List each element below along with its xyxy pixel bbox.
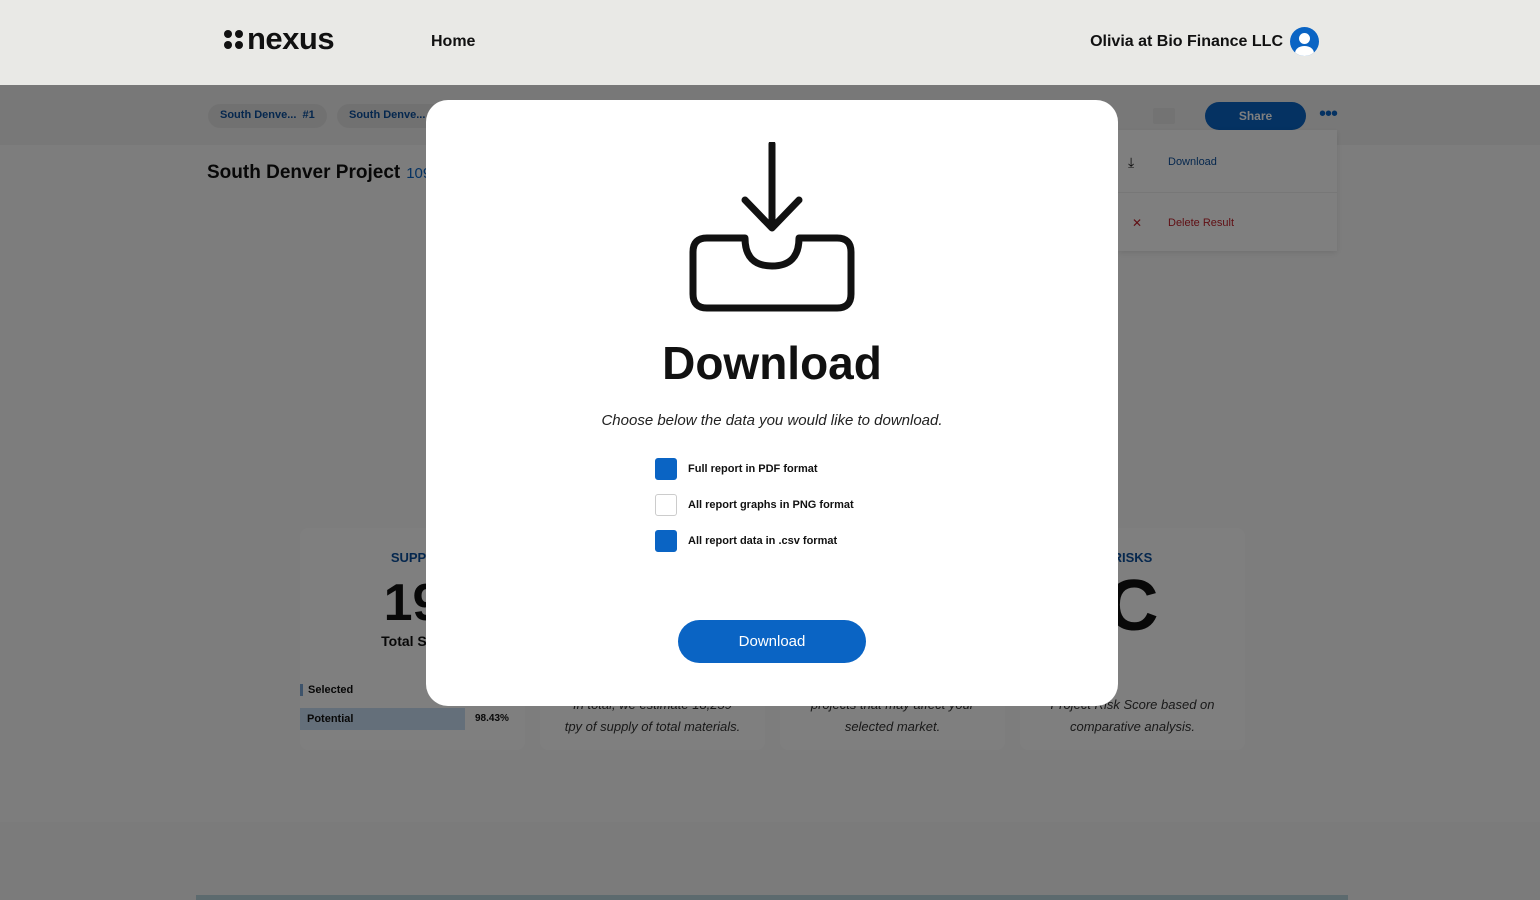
- download-modal: Download Choose below the data you would…: [426, 100, 1118, 706]
- option-pdf[interactable]: Full report in PDF format: [655, 458, 818, 480]
- user-menu[interactable]: Olivia at Bio Finance LLC: [1090, 27, 1319, 56]
- option-csv[interactable]: All report data in .csv format: [655, 530, 837, 552]
- option-label: All report data in .csv format: [688, 535, 838, 547]
- nav-home[interactable]: Home: [431, 33, 475, 51]
- modal-title: Download: [662, 337, 882, 389]
- user-name: Olivia at Bio Finance LLC: [1090, 32, 1283, 50]
- option-png[interactable]: All report graphs in PNG format: [655, 494, 854, 516]
- option-label: Full report in PDF format: [688, 463, 818, 475]
- option-label: All report graphs in PNG format: [688, 499, 854, 511]
- modal-subtitle: Choose below the data you would like to …: [601, 412, 943, 429]
- checkbox-pdf[interactable]: [655, 458, 677, 480]
- top-header: nexus Home Olivia at Bio Finance LLC: [0, 0, 1540, 85]
- logo-dots-icon: [224, 29, 243, 49]
- nexus-logo[interactable]: nexus: [224, 21, 335, 56]
- download-button[interactable]: Download: [678, 620, 866, 663]
- logo-text: nexus: [247, 21, 335, 56]
- download-tray-icon: [689, 142, 855, 312]
- avatar-icon: [1290, 27, 1319, 56]
- checkbox-png[interactable]: [655, 494, 677, 516]
- checkbox-csv[interactable]: [655, 530, 677, 552]
